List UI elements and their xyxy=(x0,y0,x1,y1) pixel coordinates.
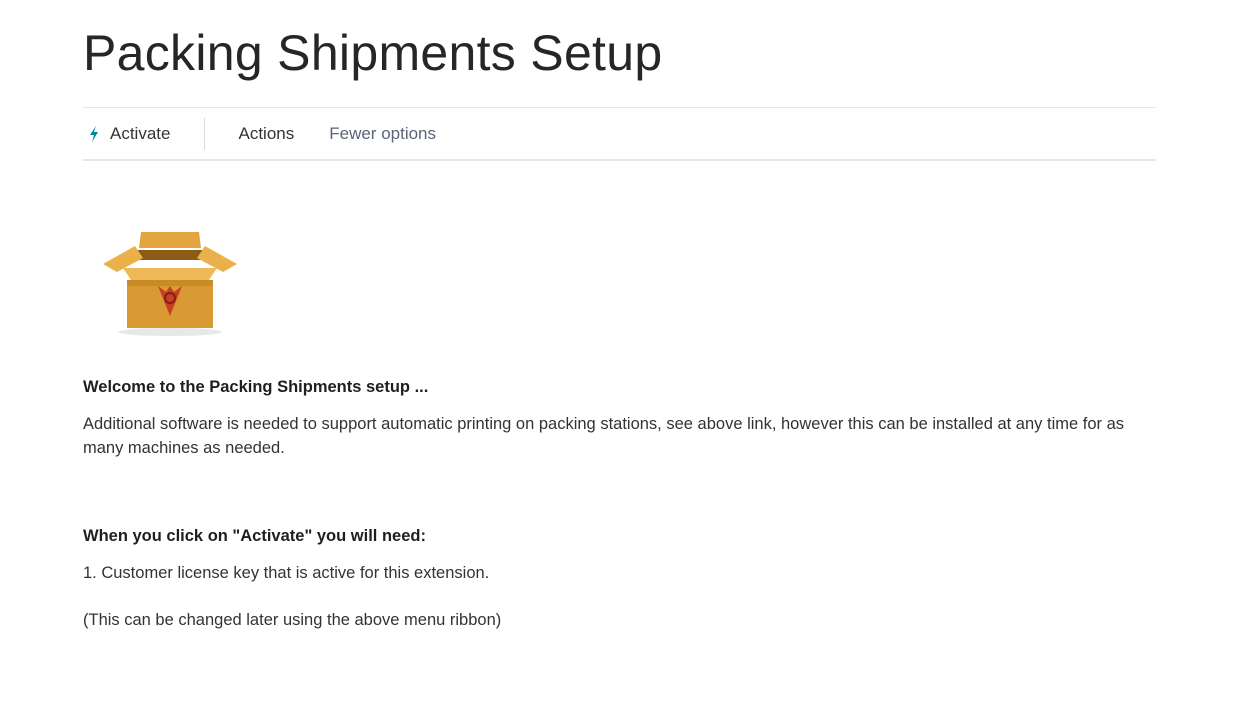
fewer-options-button[interactable]: Fewer options xyxy=(329,124,436,144)
action-ribbon: Activate Actions Fewer options xyxy=(83,107,1156,161)
activate-label: Activate xyxy=(110,123,171,143)
actions-menu-button[interactable]: Actions xyxy=(238,124,294,144)
activate-requirements-heading: When you click on "Activate" you will ne… xyxy=(83,527,426,545)
welcome-text: Additional software is needed to support… xyxy=(83,415,1125,457)
activate-button[interactable]: Activate xyxy=(88,124,170,144)
ribbon-separator xyxy=(204,117,206,150)
welcome-heading: Welcome to the Packing Shipments setup .… xyxy=(83,378,429,396)
page-title: Packing Shipments Setup xyxy=(83,25,663,81)
fewer-options-label: Fewer options xyxy=(329,123,437,143)
actions-label: Actions xyxy=(238,123,295,143)
note-text: (This can be changed later using the abo… xyxy=(83,611,502,629)
lightning-icon xyxy=(90,125,98,142)
open-package-icon xyxy=(103,232,237,336)
requirement-item: 1. Customer license key that is active f… xyxy=(83,564,490,582)
